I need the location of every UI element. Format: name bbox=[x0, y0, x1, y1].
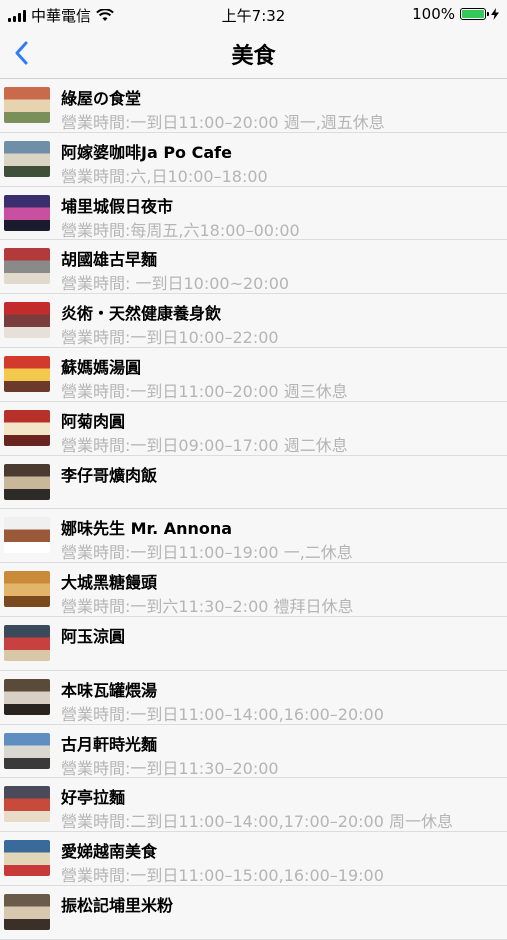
opening-hours: 營業時間:六,日10:00–18:00 bbox=[61, 166, 268, 186]
restaurant-thumbnail bbox=[4, 571, 50, 608]
opening-hours: 營業時間:一到日10:00–22:00 bbox=[61, 328, 279, 348]
restaurant-name: 綠屋の食堂 bbox=[61, 89, 142, 108]
list-item[interactable]: 古月軒時光麵營業時間:一到日11:30–20:00 bbox=[0, 724, 507, 779]
list-item[interactable]: 埔里城假日夜市營業時間:每周五,六18:00–00:00 bbox=[0, 186, 507, 241]
restaurant-name: 振松記埔里米粉 bbox=[61, 895, 174, 915]
navigation-bar: 美食 bbox=[0, 28, 507, 79]
opening-hours: 營業時間:一到日11:00–15:00,16:00–19:00 bbox=[61, 866, 384, 886]
list-item[interactable]: 振松記埔里米粉 bbox=[0, 885, 507, 940]
battery-fill bbox=[462, 10, 484, 18]
restaurant-name: 胡國雄古早麵 bbox=[61, 250, 158, 270]
restaurant-thumbnail bbox=[4, 893, 50, 930]
list-item[interactable]: 阿菊肉圓營業時間:一到日09:00–17:00 週二休息 bbox=[0, 401, 507, 456]
battery-icon bbox=[460, 8, 489, 20]
opening-hours: 營業時間:二到日11:00–14:00,17:00–20:00 周一休息 bbox=[61, 812, 454, 832]
list-item[interactable]: 本味瓦罐煨湯營業時間:一到日11:00–14:00,16:00–20:00 bbox=[0, 670, 507, 725]
list-item[interactable]: 好亭拉麵營業時間:二到日11:00–14:00,17:00–20:00 周一休息 bbox=[0, 778, 507, 833]
opening-hours: 營業時間:一到日11:00–20:00 週三休息 bbox=[61, 381, 348, 401]
restaurant-name: 娜味先生 Mr. Annona bbox=[61, 519, 233, 539]
restaurant-thumbnail bbox=[4, 409, 50, 446]
restaurant-thumbnail bbox=[4, 248, 50, 285]
restaurant-thumbnail bbox=[4, 463, 50, 500]
restaurant-thumbnail bbox=[4, 678, 50, 715]
restaurant-name: 好亭拉麵 bbox=[61, 788, 126, 808]
opening-hours: 營業時間:一到日11:00–14:00,16:00–20:00 bbox=[61, 704, 384, 724]
status-bar: 中華電信 上午7:32 100% bbox=[0, 0, 507, 28]
opening-hours: 營業時間: 一到日10:00~20:00 bbox=[61, 274, 290, 294]
opening-hours: 營業時間:一到日11:00–19:00 一,二休息 bbox=[61, 543, 353, 563]
restaurant-name: 李仔哥爌肉飯 bbox=[61, 465, 158, 485]
list-item[interactable]: 綠屋の食堂營業時間:一到日11:00–20:00 週一,週五休息 bbox=[0, 79, 507, 133]
restaurant-name: 炎術・天然健康養身飲 bbox=[61, 304, 222, 324]
list-item[interactable]: 蘇媽媽湯圓營業時間:一到日11:00–20:00 週三休息 bbox=[0, 347, 507, 402]
restaurant-name: 埔里城假日夜市 bbox=[61, 196, 174, 216]
restaurant-name: 蘇媽媽湯圓 bbox=[61, 357, 142, 377]
restaurant-name: 古月軒時光麵 bbox=[61, 734, 158, 754]
status-right: 100% bbox=[412, 5, 499, 23]
list-item[interactable]: 炎術・天然健康養身飲營業時間:一到日10:00–22:00 bbox=[0, 294, 507, 348]
restaurant-thumbnail bbox=[4, 732, 50, 769]
list-item[interactable]: 阿嫁婆咖啡Ja Po Cafe 營業時間:六,日10:00–18:00 bbox=[0, 132, 507, 187]
restaurant-name: 大城黑糖饅頭 bbox=[61, 573, 158, 593]
restaurant-thumbnail bbox=[4, 194, 50, 231]
restaurant-thumbnail bbox=[4, 87, 50, 123]
restaurant-thumbnail bbox=[4, 355, 50, 392]
restaurant-name: 阿玉涼圓 bbox=[61, 626, 126, 646]
restaurant-thumbnail bbox=[4, 302, 50, 339]
restaurant-name: 阿菊肉圓 bbox=[61, 411, 126, 431]
opening-hours: 營業時間:一到日09:00–17:00 週二休息 bbox=[61, 435, 348, 455]
restaurant-thumbnail bbox=[4, 624, 50, 661]
opening-hours: 營業時間:一到日11:00–20:00 週一,週五休息 bbox=[61, 113, 385, 132]
list-item[interactable]: 阿玉涼圓 bbox=[0, 616, 507, 671]
list-item[interactable]: 娜味先生 Mr. Annona 營業時間:一到日11:00–19:00 一,二休息 bbox=[0, 509, 507, 564]
charging-bolt-icon bbox=[491, 8, 499, 20]
battery-percent: 100% bbox=[412, 5, 455, 23]
opening-hours: 營業時間:一到日11:30–20:00 bbox=[61, 758, 279, 778]
restaurant-name: 本味瓦罐煨湯 bbox=[61, 680, 158, 700]
restaurant-name: 愛娣越南美食 bbox=[61, 842, 158, 862]
page-title: 美食 bbox=[231, 44, 276, 69]
list-item[interactable]: 李仔哥爌肉飯 bbox=[0, 455, 507, 510]
restaurant-thumbnail bbox=[4, 140, 50, 177]
opening-hours: 營業時間:一到六11:30–2:00 禮拜日休息 bbox=[61, 597, 354, 617]
list-item[interactable]: 愛娣越南美食營業時間:一到日11:00–15:00,16:00–19:00 bbox=[0, 832, 507, 886]
list-item[interactable]: 大城黑糖饅頭營業時間:一到六11:30–2:00 禮拜日休息 bbox=[0, 563, 507, 617]
restaurant-name: 阿嫁婆咖啡Ja Po Cafe bbox=[61, 142, 232, 162]
restaurant-thumbnail bbox=[4, 840, 50, 877]
opening-hours: 營業時間:每周五,六18:00–00:00 bbox=[61, 220, 300, 240]
restaurant-list: 綠屋の食堂營業時間:一到日11:00–20:00 週一,週五休息 阿嫁婆咖啡Ja … bbox=[0, 79, 507, 940]
list-item[interactable]: 胡國雄古早麵營業時間: 一到日10:00~20:00 bbox=[0, 240, 507, 295]
restaurant-thumbnail bbox=[4, 517, 50, 554]
restaurant-thumbnail bbox=[4, 786, 50, 823]
